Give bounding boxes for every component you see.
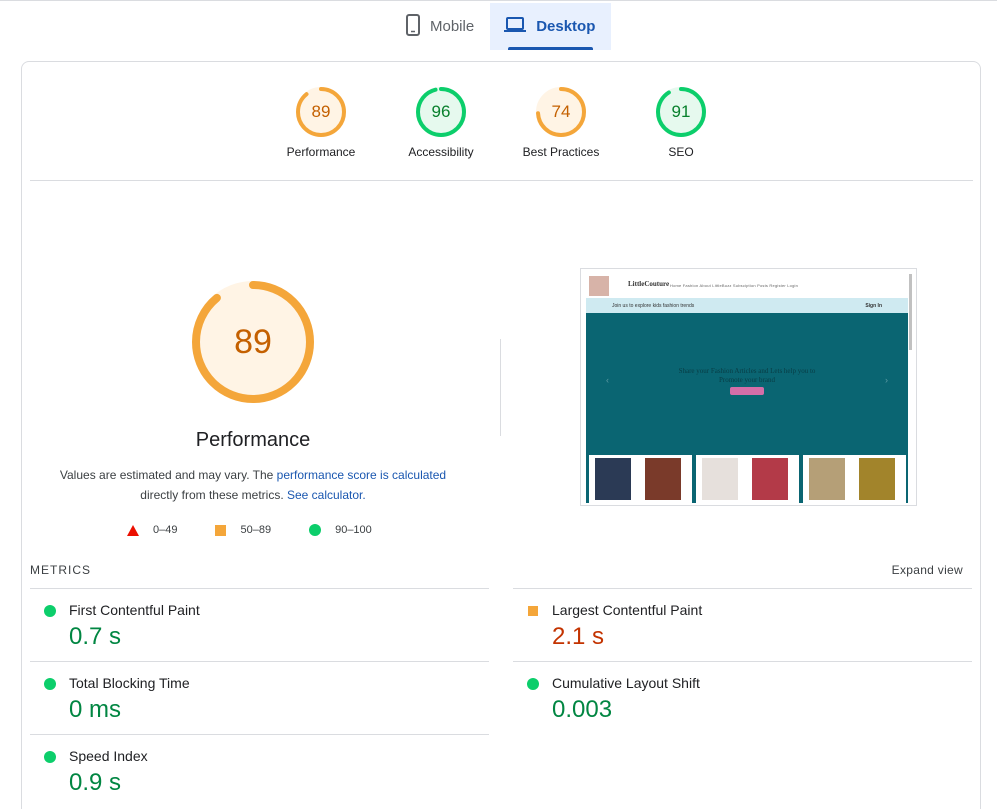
pass-circle-icon (44, 751, 56, 763)
desc-prefix: Values are estimated and may vary. The (59, 468, 277, 482)
gauge-seo-label: SEO (668, 145, 694, 159)
gauge-best-practices-score: 74 (551, 102, 571, 121)
see-calculator-link[interactable]: See calculator. (287, 488, 366, 502)
metric-fcp-value: 0.7 s (69, 623, 122, 650)
screenshot-photo (595, 458, 631, 500)
legend-average: 50–89 (215, 524, 271, 536)
performance-score-link[interactable]: performance score is calculated (277, 468, 446, 482)
metric-tbt: Total Blocking Time 0 ms (30, 661, 489, 734)
screenshot-photo (645, 458, 681, 500)
vertical-divider (500, 339, 501, 436)
tab-desktop[interactable]: Desktop (490, 3, 612, 50)
metric-lcp: Largest Contentful Paint 2.1 s (513, 588, 972, 661)
tab-mobile[interactable]: Mobile (392, 3, 490, 50)
gauge-performance[interactable]: 89 Performance (261, 87, 381, 159)
screenshot-scrollbar (909, 274, 912, 350)
metric-fcp-name: First Contentful Paint (69, 602, 200, 618)
gauge-best-practices-label: Best Practices (522, 145, 600, 159)
metric-tbt-value: 0 ms (69, 696, 122, 723)
metric-si-value: 0.9 s (69, 769, 122, 796)
report-card: 89 Performance 96 Accessibility 74 Best … (21, 61, 981, 809)
screenshot-menu: Home Fashion About LittleBuzz Subsciptio… (670, 283, 799, 288)
expand-view-button[interactable]: Expand view (892, 563, 963, 577)
metric-cls: Cumulative Layout Shift 0.003 (513, 661, 972, 734)
gauge-seo-score: 91 (671, 102, 691, 121)
performance-main-gauge: 89 (192, 281, 314, 403)
screenshot-nav: LittleCouture Home Fashion About LittleB… (586, 274, 908, 298)
pass-circle-icon (44, 678, 56, 690)
gauges-divider (30, 180, 973, 181)
metric-lcp-name: Largest Contentful Paint (552, 602, 703, 618)
square-icon (215, 524, 227, 536)
triangle-icon (127, 524, 139, 536)
metrics-title: METRICS (30, 563, 91, 577)
gauge-performance-label: Performance (286, 145, 356, 159)
gauge-best-practices[interactable]: 74 Best Practices (501, 87, 621, 159)
metric-cls-name: Cumulative Layout Shift (552, 675, 700, 691)
screenshot-logo (589, 276, 609, 296)
legend-pass-range: 90–100 (335, 524, 372, 536)
legend-fail-range: 0–49 (153, 524, 178, 536)
screenshot-card (803, 455, 906, 503)
screenshot-strip-text: Join us to explore kids fashion trends (612, 303, 695, 309)
screenshot-photo (859, 458, 895, 500)
screenshot-card (589, 455, 692, 503)
screenshot-cards (586, 453, 908, 503)
screenshot-signin: Sign In (865, 303, 882, 309)
pass-circle-icon (44, 605, 56, 617)
circle-icon (309, 524, 322, 536)
performance-main-score: 89 (234, 323, 272, 361)
gauge-accessibility-label: Accessibility (408, 145, 474, 159)
pass-circle-icon (527, 678, 539, 690)
chevron-right-icon: › (885, 375, 888, 385)
metric-fcp: First Contentful Paint 0.7 s (30, 588, 489, 661)
score-legend: 0–49 50–89 90–100 (127, 524, 410, 536)
screenshot-card (696, 455, 799, 503)
device-tabs: Mobile Desktop (392, 3, 612, 50)
performance-title: Performance (195, 429, 311, 451)
gauge-seo[interactable]: 91 SEO (621, 87, 741, 159)
metric-si-name: Speed Index (69, 748, 148, 764)
gauge-accessibility-score: 96 (431, 102, 451, 121)
screenshot-photo (702, 458, 738, 500)
screenshot-hero-text: Share your Fashion Articles and Lets hel… (678, 367, 816, 384)
metric-cls-value: 0.003 (552, 696, 613, 723)
screenshot-photo (752, 458, 788, 500)
chevron-left-icon: ‹ (606, 375, 609, 385)
average-square-icon (528, 606, 538, 616)
screenshot-photo (809, 458, 845, 500)
laptop-icon (504, 16, 527, 37)
desc-middle: directly from these metrics. (140, 488, 287, 502)
smartphone-icon (406, 13, 420, 40)
legend-average-range: 50–89 (240, 524, 272, 536)
metric-lcp-value: 2.1 s (552, 623, 605, 650)
metric-tbt-name: Total Blocking Time (69, 675, 190, 691)
legend-fail: 0–49 (127, 524, 177, 536)
screenshot-strip: Join us to explore kids fashion trends S… (586, 298, 908, 313)
gauge-performance-score: 89 (311, 102, 331, 121)
tab-mobile-label: Mobile (430, 18, 475, 35)
gauge-accessibility[interactable]: 96 Accessibility (381, 87, 501, 159)
tab-desktop-label: Desktop (536, 18, 596, 35)
metric-si: Speed Index 0.9 s (30, 734, 489, 807)
screenshot-hero-button (730, 387, 764, 395)
final-screenshot[interactable]: LittleCouture Home Fashion About LittleB… (580, 268, 917, 506)
performance-description: Values are estimated and may vary. The p… (52, 465, 454, 505)
legend-pass: 90–100 (309, 524, 372, 536)
screenshot-hero: ‹ › Share your Fashion Articles and Lets… (586, 313, 908, 453)
screenshot-brand: LittleCouture (628, 280, 670, 288)
